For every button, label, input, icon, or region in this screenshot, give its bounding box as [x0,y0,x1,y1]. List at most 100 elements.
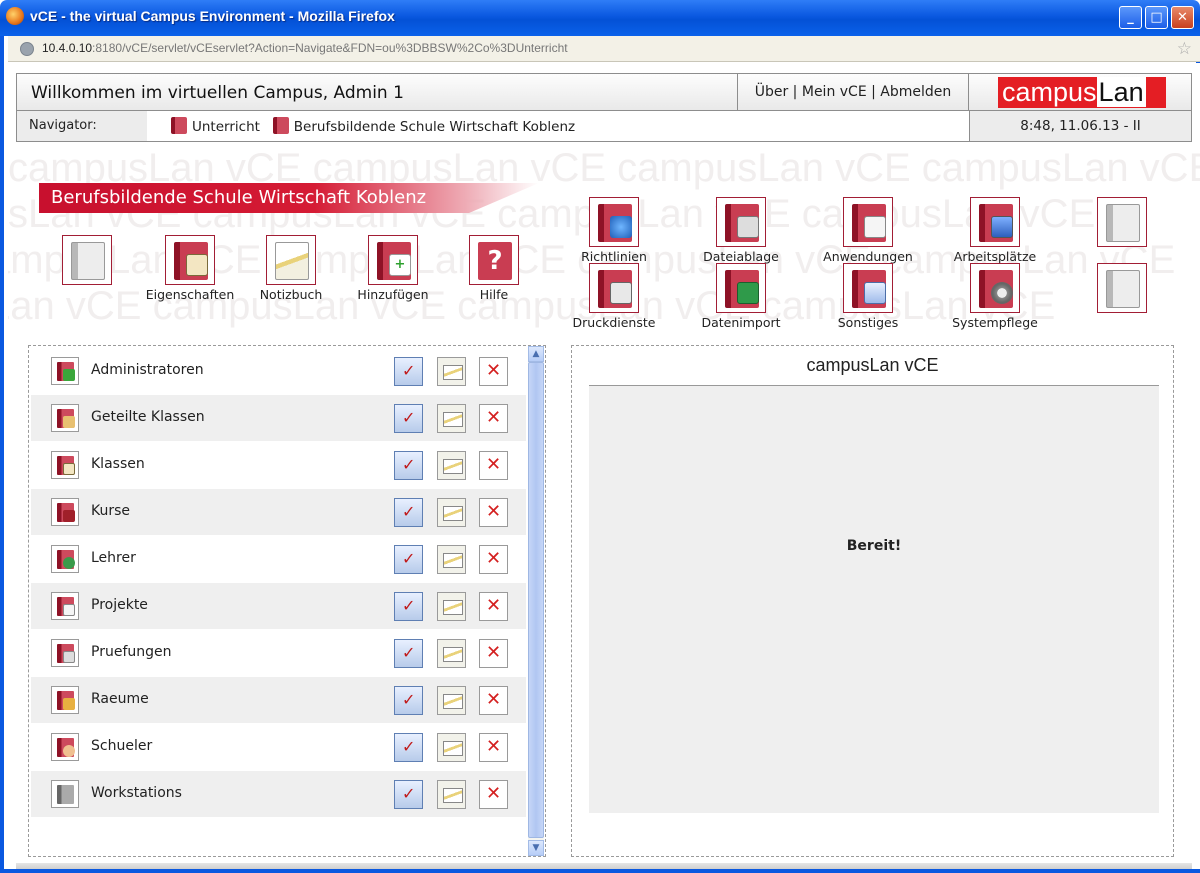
tool-anwendungen[interactable]: Anwendungen [823,197,913,264]
edit-button[interactable] [394,498,423,527]
tool-blank-2[interactable] [1077,197,1167,249]
maximize-button[interactable]: □ [1145,6,1168,29]
tool-hilfe[interactable]: ? Hilfe [449,235,539,302]
list-item-label[interactable]: Pruefungen [91,644,172,660]
edit-button[interactable] [394,592,423,621]
list-item-lehrer[interactable]: Lehrer [31,536,526,582]
tool-dateiablage[interactable]: Dateiablage [696,197,786,264]
datetime-display: 8:48, 11.06.13 - II [969,111,1191,141]
about-link[interactable]: Über [755,84,789,100]
breadcrumb-unterricht[interactable]: Unterricht [192,119,260,135]
list-item-label[interactable]: Raeume [91,691,149,707]
notes-button[interactable] [437,404,466,433]
my-vce-link[interactable]: Mein vCE [802,84,867,100]
close-button[interactable]: ✕ [1171,6,1194,29]
notes-button[interactable] [437,545,466,574]
list-item-kurse[interactable]: Kurse [31,489,526,535]
list-item-label[interactable]: Administratoren [91,362,204,378]
tool-blank-3[interactable] [1077,263,1167,315]
tool-richtlinien[interactable]: Richtlinien [569,197,659,264]
notes-button[interactable] [437,780,466,809]
edit-button[interactable] [394,686,423,715]
tool-sonstiges[interactable]: Sonstiges [823,263,913,330]
teachers-icon [51,545,79,573]
list-item-geteilte-klassen[interactable]: Geteilte Klassen [31,395,526,441]
delete-button[interactable] [479,639,508,668]
site-identity-icon[interactable] [20,42,34,56]
list-item-projekte[interactable]: Projekte [31,583,526,629]
edit-button[interactable] [394,404,423,433]
campuslan-logo: campusLan [998,77,1166,108]
edit-button[interactable] [394,545,423,574]
list-item-pruefungen[interactable]: Pruefungen [31,630,526,676]
tool-druckdienste[interactable]: Druckdienste [569,263,659,330]
minimize-button[interactable]: _ [1119,6,1142,29]
logout-link[interactable]: Abmelden [880,84,951,100]
list-item-label[interactable]: Projekte [91,597,148,613]
edit-button[interactable] [394,780,423,809]
list-item-label[interactable]: Klassen [91,456,145,472]
workstations-list-icon [51,780,79,808]
scroll-up-button[interactable]: ▲ [528,346,544,362]
list-item-label[interactable]: Geteilte Klassen [91,409,205,425]
edit-button[interactable] [394,639,423,668]
misc-icon [852,270,886,308]
link-separator: | [788,84,802,100]
file-storage-icon [725,204,759,242]
scroll-down-button[interactable]: ▼ [528,840,544,856]
notes-button[interactable] [437,733,466,762]
list-item-label[interactable]: Schueler [91,738,152,754]
delete-button[interactable] [479,451,508,480]
breadcrumb-school[interactable]: Berufsbildende Schule Wirtschaft Koblenz [294,119,575,135]
list-item-schueler[interactable]: Schueler [31,724,526,770]
delete-button[interactable] [479,498,508,527]
notes-button[interactable] [437,357,466,386]
delete-button[interactable] [479,733,508,762]
notes-button[interactable] [437,498,466,527]
list-item-administratoren[interactable]: Administratoren [31,348,526,394]
edit-button[interactable] [394,451,423,480]
page-content: Willkommen im virtuellen Campus, Admin 1… [8,63,1200,869]
url-text[interactable]: 10.4.0.10:8180/vCE/servlet/vCEservlet?Ac… [42,41,568,55]
folder-icon [272,117,289,134]
delete-button[interactable] [479,404,508,433]
list-item-label[interactable]: Lehrer [91,550,136,566]
list-scrollbar[interactable]: ▲ ▼ [528,346,544,856]
properties-icon [174,242,208,280]
status-bar [16,863,1192,869]
address-bar[interactable]: 10.4.0.10:8180/vCE/servlet/vCEservlet?Ac… [8,36,1200,62]
notes-button[interactable] [437,686,466,715]
list-item-workstations[interactable]: Workstations [31,771,526,817]
tool-eigenschaften[interactable]: Eigenschaften [145,235,235,302]
object-list: Administratoren Geteilte Klassen Klassen [28,345,546,857]
list-item-label[interactable]: Kurse [91,503,130,519]
help-icon: ? [478,242,512,280]
header-bar: Willkommen im virtuellen Campus, Admin 1… [16,73,1192,111]
tool-datenimport[interactable]: Datenimport [696,263,786,330]
printer-icon [598,270,632,308]
status-text: Bereit! [846,538,902,554]
tool-hinzufuegen[interactable]: + Hinzufügen [348,235,438,302]
delete-button[interactable] [479,780,508,809]
delete-button[interactable] [479,592,508,621]
bookmark-star-icon[interactable]: ☆ [1177,39,1192,59]
tool-systempflege[interactable]: Systempflege [950,263,1040,330]
delete-button[interactable] [479,545,508,574]
scroll-thumb[interactable] [528,362,544,838]
list-item-label[interactable]: Workstations [91,785,182,801]
delete-button[interactable] [479,686,508,715]
delete-button[interactable] [479,357,508,386]
edit-button[interactable] [394,357,423,386]
edit-button[interactable] [394,733,423,762]
tool-blank[interactable] [42,235,132,287]
tool-notizbuch[interactable]: Notizbuch [246,235,336,302]
notes-button[interactable] [437,592,466,621]
notes-button[interactable] [437,451,466,480]
list-item-raeume[interactable]: Raeume [31,677,526,723]
tool-arbeitsplaetze[interactable]: Arbeitsplätze [950,197,1040,264]
applications-icon [852,204,886,242]
notes-button[interactable] [437,639,466,668]
list-item-klassen[interactable]: Klassen [31,442,526,488]
window-titlebar[interactable]: vCE - the virtual Campus Environment - M… [0,0,1200,36]
firefox-icon [6,7,24,25]
